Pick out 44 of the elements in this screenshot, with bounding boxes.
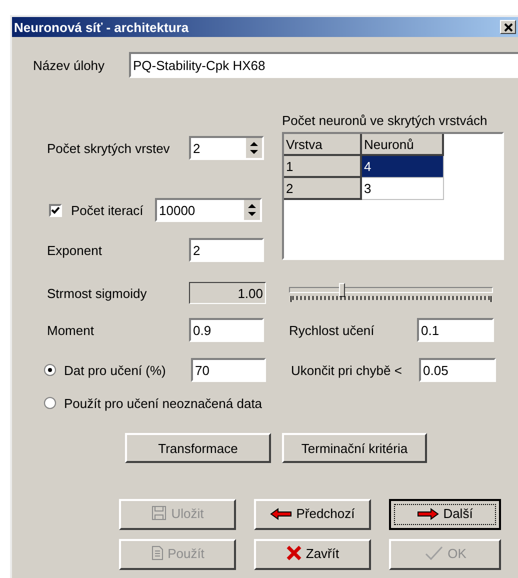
field-label: Rychlost učení	[289, 322, 376, 338]
field-label: Název úlohy	[33, 58, 106, 72]
sigmoid-value: 1.00	[189, 282, 266, 304]
iterations-spinner[interactable]: 10000	[155, 198, 262, 222]
nav-button[interactable]: Zavřít	[254, 539, 371, 570]
task-name-field[interactable]: PQ-Stability-Cpk HX68	[129, 52, 518, 78]
table-title: Počet neuronů ve skrytých vrstvách	[282, 112, 488, 130]
close-button[interactable]	[500, 20, 516, 34]
column-header[interactable]: Neuronů	[362, 134, 444, 156]
learning-rate-field[interactable]: 0.1	[417, 318, 494, 342]
error-threshold-field[interactable]: 0.05	[419, 358, 496, 382]
slider-thumb[interactable]	[339, 283, 345, 297]
momentum-field[interactable]: 0.9	[189, 318, 264, 342]
right-arrow-icon	[417, 508, 440, 520]
row-header: 2	[284, 178, 362, 200]
checkmark-icon	[424, 545, 444, 561]
nav-button[interactable]: Předchozí	[254, 499, 371, 530]
left-arrow-icon	[270, 508, 292, 520]
checkbox-label: Počet iterací	[71, 202, 144, 218]
window-title: Neuronová síť - architektura	[14, 20, 189, 34]
radio-label: Dat pro učení (%)	[64, 362, 167, 378]
training-data-field[interactable]: 70	[191, 358, 266, 382]
layers-spinner[interactable]: 2	[189, 136, 264, 160]
action-button[interactable]: Transformace	[125, 433, 271, 463]
column-header[interactable]: Vrstva	[284, 134, 362, 156]
exponent-field[interactable]: 2	[189, 238, 264, 262]
field-label: Moment	[47, 322, 95, 338]
nav-button[interactable]: Další	[389, 499, 501, 530]
unlabeled-data-radio[interactable]	[44, 397, 56, 409]
radio-label: Použít pro učení neoznačená data	[64, 396, 262, 410]
field-label: Strmost sigmoidy	[47, 286, 148, 300]
field-label: Počet skrytých vrstev	[47, 140, 171, 156]
row-header: 1	[284, 156, 362, 178]
field-label: Exponent	[47, 242, 103, 258]
field-label: Ukončit pri chybě <	[291, 362, 403, 378]
action-button[interactable]: Terminační kritéria	[282, 433, 427, 463]
cross-icon	[286, 545, 302, 561]
training-data-radio[interactable]	[44, 364, 56, 376]
table-cell[interactable]: 4	[362, 156, 444, 178]
table-cell[interactable]: 3	[362, 178, 444, 200]
document-icon	[150, 545, 164, 561]
close-icon	[504, 22, 512, 32]
sigmoid-slider[interactable]	[289, 283, 493, 303]
iterations-checkbox[interactable]	[49, 204, 62, 216]
